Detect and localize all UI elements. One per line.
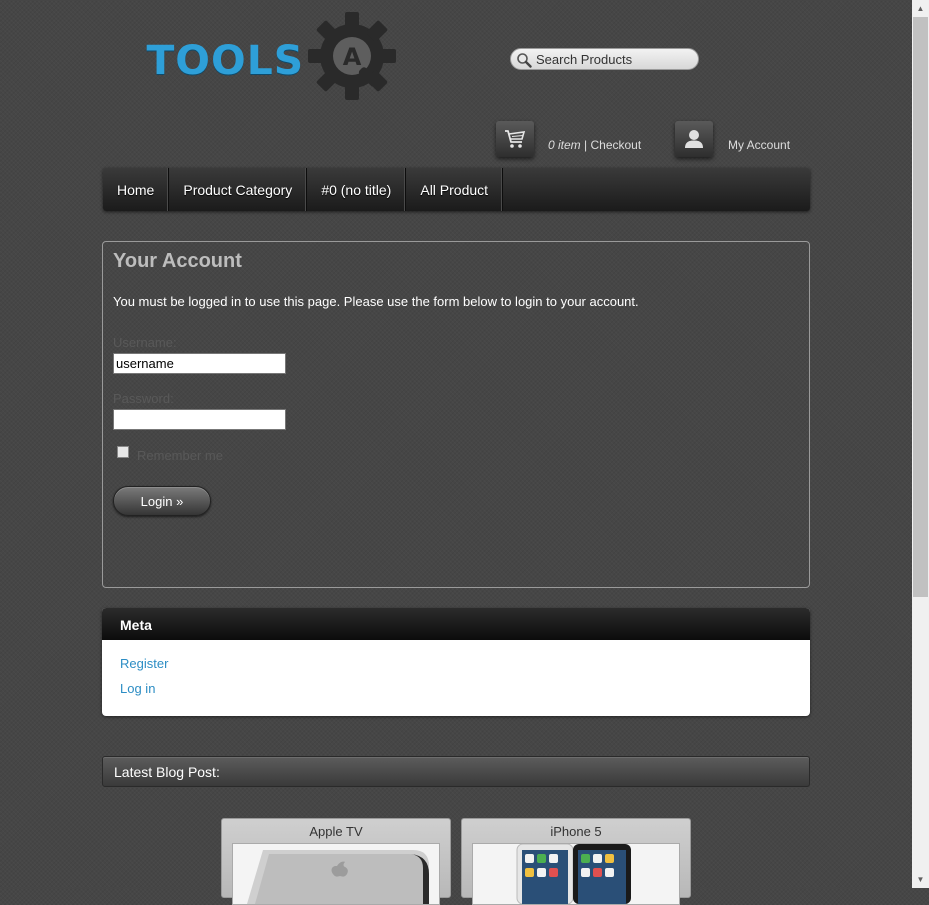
nav-item-home[interactable]: Home (103, 168, 170, 211)
nav-item-no-title[interactable]: #0 (no title) (307, 168, 407, 211)
username-field[interactable] (113, 353, 286, 374)
search-input[interactable] (536, 51, 691, 67)
username-label: Username: (113, 335, 177, 350)
remember-me-checkbox[interactable] (117, 446, 129, 458)
blog-post-title[interactable]: Apple TV (222, 824, 450, 839)
cart-button[interactable] (496, 121, 534, 157)
user-icon (685, 130, 703, 148)
site-logo[interactable]: TOOLS A (146, 10, 400, 102)
blog-post-title[interactable]: iPhone 5 (462, 824, 690, 839)
search-box[interactable] (510, 48, 699, 70)
page-title: Your Account (113, 250, 242, 272)
iphone-5-image[interactable] (472, 843, 680, 905)
my-account-link[interactable]: My Account (728, 138, 790, 152)
cart-separator: | (580, 138, 591, 152)
register-link[interactable]: Register (120, 656, 168, 671)
latest-blog-title: Latest Blog Post: (114, 764, 220, 780)
meta-title: Meta (120, 617, 152, 633)
login-required-message: You must be logged in to use this page. … (113, 294, 639, 309)
meta-header: Meta (102, 608, 810, 640)
latest-blog-header: Latest Blog Post: (102, 756, 810, 787)
apple-tv-device-icon (233, 844, 439, 904)
remember-me-label: Remember me (137, 448, 223, 463)
cart-count: 0 item (548, 138, 581, 152)
vertical-scrollbar[interactable]: ▲ ▼ (912, 0, 929, 888)
main-nav: Home Product Category #0 (no title) All … (103, 168, 810, 211)
password-field[interactable] (113, 409, 286, 430)
gear-logo-icon: A (308, 12, 396, 100)
logo-gear-letter: A (343, 43, 362, 71)
log-in-link[interactable]: Log in (120, 681, 155, 696)
scroll-down-arrow-icon[interactable]: ▼ (912, 871, 929, 888)
apple-tv-image[interactable] (232, 843, 440, 905)
scrollbar-thumb[interactable] (913, 17, 928, 597)
cart-icon (505, 130, 526, 148)
nav-item-product-category[interactable]: Product Category (169, 168, 308, 211)
blog-post-card[interactable]: iPhone 5 (461, 818, 691, 905)
iphone-device-icon (473, 844, 679, 904)
meta-widget: Meta Register Log in (102, 608, 810, 716)
nav-item-all-product[interactable]: All Product (406, 168, 504, 211)
checkout-link[interactable]: Checkout (590, 138, 641, 152)
blog-post-card[interactable]: Apple TV (221, 818, 451, 905)
password-label: Password: (113, 391, 174, 406)
cart-summary: 0 item | Checkout (548, 138, 641, 152)
scroll-up-arrow-icon[interactable]: ▲ (912, 0, 929, 17)
account-button[interactable] (675, 121, 713, 157)
logo-text: TOOLS (146, 38, 305, 84)
search-icon (517, 53, 532, 68)
login-button[interactable]: Login » (113, 486, 211, 516)
